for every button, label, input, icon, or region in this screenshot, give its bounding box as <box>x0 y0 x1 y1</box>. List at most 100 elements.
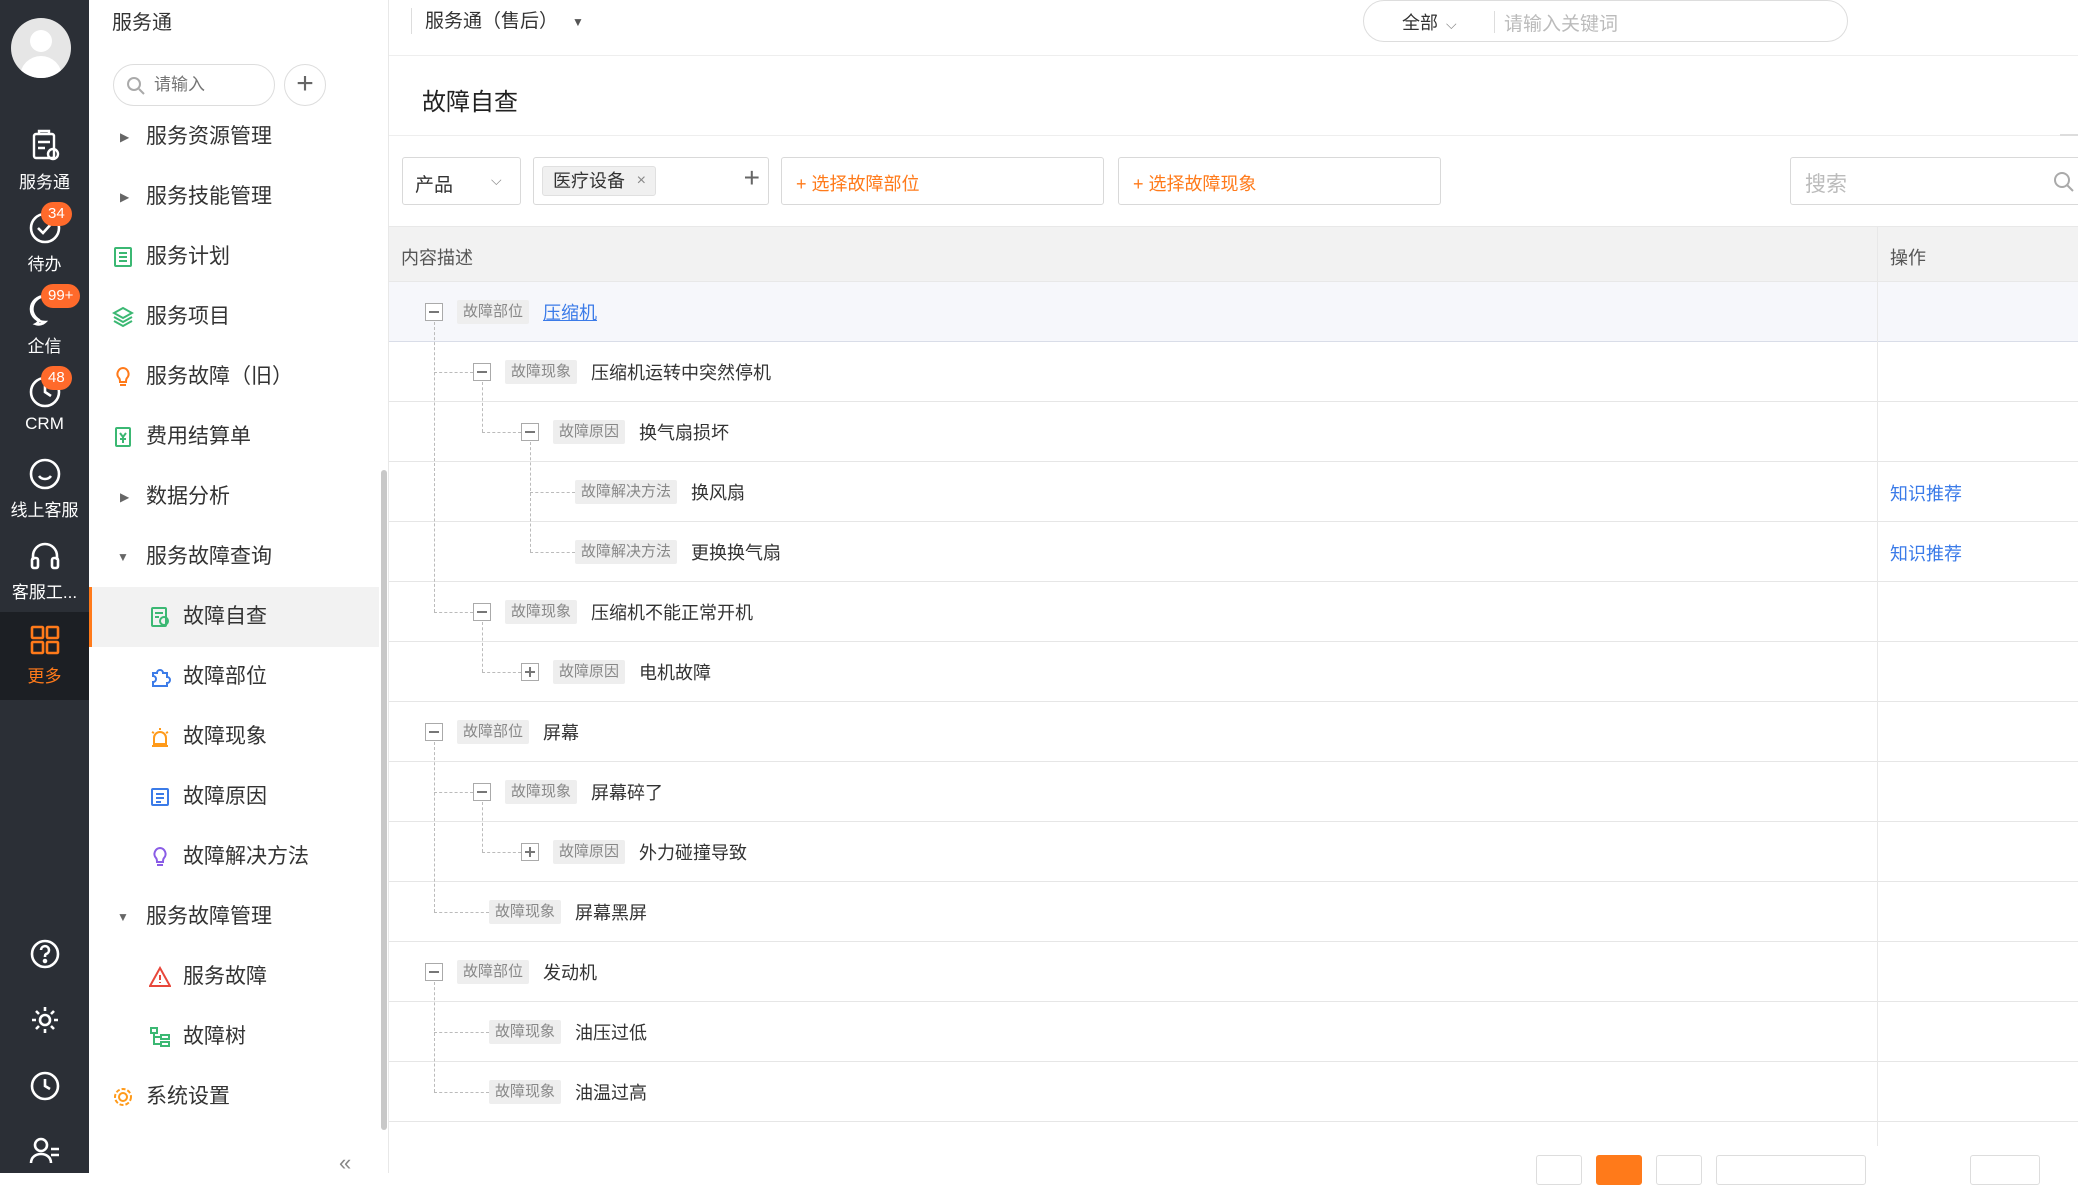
device-filter[interactable]: 医疗设备 × + <box>533 157 769 205</box>
workspace-select[interactable]: 服务通（售后） ▼ <box>425 6 584 33</box>
table-row[interactable]: 故障部位 压缩机 <box>389 282 2078 342</box>
sidebar-item-project[interactable]: 服务项目 <box>89 287 379 347</box>
column-header-desc: 内容描述 <box>401 248 473 268</box>
expand-icon[interactable] <box>521 843 539 861</box>
collapse-icon[interactable] <box>473 783 491 801</box>
table-row[interactable]: 故障解决方法 更换换气扇 知识推荐 <box>389 522 2078 582</box>
table-row[interactable]: 故障解决方法 换风扇 知识推荐 <box>389 462 2078 522</box>
collapse-icon[interactable] <box>425 723 443 741</box>
table-row[interactable]: 故障现象 屏幕碎了 <box>389 762 2078 822</box>
caret-right-icon: ▶ <box>120 130 130 144</box>
rail-item-more[interactable]: 更多 <box>0 612 89 700</box>
top-bar: 服务通（售后） ▼ 全部 ⌵ 请输入关键词 <box>389 0 2078 56</box>
rail-item-crm[interactable]: CRM 48 <box>0 364 89 446</box>
sidebar-item-query[interactable]: ▼ 服务故障查询 <box>89 527 379 587</box>
sidebar-item-settings[interactable]: 系统设置 <box>89 1067 379 1127</box>
sidebar-item-fault-tree[interactable]: 故障树 <box>89 1007 379 1067</box>
expand-icon[interactable] <box>521 663 539 681</box>
table-search-input[interactable]: 搜索 <box>1790 157 2078 205</box>
knowledge-recommend-link[interactable]: 知识推荐 <box>1890 540 1962 566</box>
rail-item-todo[interactable]: 待办 34 <box>0 200 89 282</box>
contacts-button[interactable] <box>0 1135 89 1172</box>
chat-badge: 99+ <box>41 284 81 308</box>
current-page-button[interactable] <box>1596 1155 1642 1185</box>
rail-item-service[interactable]: 服务通 <box>0 118 89 200</box>
knowledge-recommend-link[interactable]: 知识推荐 <box>1890 480 1962 506</box>
keyword-input[interactable]: 请输入关键词 <box>1504 9 1618 36</box>
column-divider <box>1877 226 1878 1146</box>
tree-connector <box>482 672 521 673</box>
sidebar-search-input[interactable] <box>152 71 262 99</box>
search-scope-select[interactable]: 全部 ⌵ <box>1402 9 1457 35</box>
table-row[interactable]: 故障现象 压缩机不能正常开机 <box>389 582 2078 642</box>
divider <box>2060 134 2078 136</box>
table-row[interactable]: 故障原因 电机故障 <box>389 642 2078 702</box>
table-row[interactable]: 故障原因 换气扇损坏 <box>389 402 2078 462</box>
add-icon[interactable]: + <box>744 162 760 194</box>
table-row[interactable]: 故障部位 发动机 <box>389 942 2078 1002</box>
sidebar-item-fault-old[interactable]: 服务故障（旧） <box>89 347 379 407</box>
sidebar-item-plan[interactable]: 服务计划 <box>89 227 379 287</box>
sidebar-item-manage[interactable]: ▼ 服务故障管理 <box>89 887 379 947</box>
table-row[interactable]: 故障现象 油温过高 <box>389 1062 2078 1122</box>
tree-connector <box>434 1032 489 1033</box>
avatar[interactable] <box>11 18 71 78</box>
divider <box>1494 11 1495 33</box>
collapse-icon[interactable] <box>473 603 491 621</box>
bulb-icon <box>153 846 167 866</box>
select-part-button[interactable]: + 选择故障部位 <box>781 157 1104 205</box>
tree-node: 故障现象 屏幕碎了 <box>473 762 663 822</box>
tree-node: 故障现象 压缩机不能正常开机 <box>473 582 753 642</box>
table-row[interactable]: 故障现象 油压过低 <box>389 1002 2078 1062</box>
sidebar-item-service-fault[interactable]: 服务故障 <box>89 947 379 1007</box>
sidebar-item-solution[interactable]: 故障解决方法 <box>89 827 379 887</box>
sidebar-item-resource[interactable]: ▶ 服务资源管理 <box>89 107 379 167</box>
select-phenomenon-button[interactable]: + 选择故障现象 <box>1118 157 1441 205</box>
tree-node: 故障部位 压缩机 <box>425 282 597 342</box>
table-row[interactable]: 故障原因 外力碰撞导致 <box>389 822 2078 882</box>
rail-item-online-service[interactable]: 线上客服 <box>0 446 89 528</box>
page-size-select[interactable] <box>1716 1155 1866 1185</box>
collapse-icon[interactable] <box>425 963 443 981</box>
sidebar-add-button[interactable]: + <box>284 64 326 106</box>
tree-connector <box>482 852 521 853</box>
sidebar-search[interactable] <box>113 64 275 106</box>
sidebar-item-bill[interactable]: 费用结算单 <box>89 407 379 467</box>
sidebar-item-analysis[interactable]: ▶ 数据分析 <box>89 467 379 527</box>
product-filter-select[interactable]: 产品 ⌵ <box>402 157 521 205</box>
collapse-icon[interactable] <box>473 363 491 381</box>
collapse-icon[interactable] <box>521 423 539 441</box>
tree-connector <box>434 1092 489 1093</box>
settings-button[interactable] <box>0 1004 89 1041</box>
collapse-icon[interactable] <box>425 303 443 321</box>
node-link[interactable]: 压缩机 <box>543 299 597 325</box>
tree-node: 故障现象 压缩机运转中突然停机 <box>473 342 771 402</box>
global-search[interactable]: 全部 ⌵ 请输入关键词 <box>1363 0 1848 42</box>
page-jump-input[interactable] <box>1970 1155 2040 1185</box>
device-tag: 医疗设备 × <box>542 166 656 196</box>
sidebar-item-skill[interactable]: ▶ 服务技能管理 <box>89 167 379 227</box>
rail-label: CRM <box>25 414 64 433</box>
close-icon[interactable]: × <box>637 167 646 195</box>
help-button[interactable] <box>0 938 89 975</box>
next-page-button[interactable] <box>1656 1155 1702 1185</box>
tree-node: 故障部位 屏幕 <box>425 702 579 762</box>
self-check-icon <box>151 607 169 627</box>
rail-label: 待办 <box>27 255 62 274</box>
tree-connector <box>434 372 473 373</box>
history-button[interactable] <box>0 1070 89 1107</box>
table-row[interactable]: 故障现象 屏幕黑屏 <box>389 882 2078 942</box>
table-row[interactable]: 故障现象 压缩机运转中突然停机 <box>389 342 2078 402</box>
sidebar-scrollbar[interactable] <box>381 470 387 1130</box>
node-type-tag: 故障现象 <box>489 900 562 924</box>
table-row[interactable]: 故障部位 屏幕 <box>389 702 2078 762</box>
sidebar-item-cause[interactable]: 故障原因 <box>89 767 379 827</box>
sidebar-item-part[interactable]: 故障部位 <box>89 647 379 707</box>
caret-down-icon: ▼ <box>117 550 129 564</box>
rail-item-chat[interactable]: 企信 99+ <box>0 282 89 364</box>
sidebar-item-phenomenon[interactable]: 故障现象 <box>89 707 379 767</box>
rail-item-agent[interactable]: 客服工... <box>0 528 89 610</box>
collapse-sidebar-button[interactable]: « <box>339 1150 351 1176</box>
prev-page-button[interactable] <box>1536 1155 1582 1185</box>
sidebar-item-self-check[interactable]: 故障自查 <box>89 587 379 647</box>
